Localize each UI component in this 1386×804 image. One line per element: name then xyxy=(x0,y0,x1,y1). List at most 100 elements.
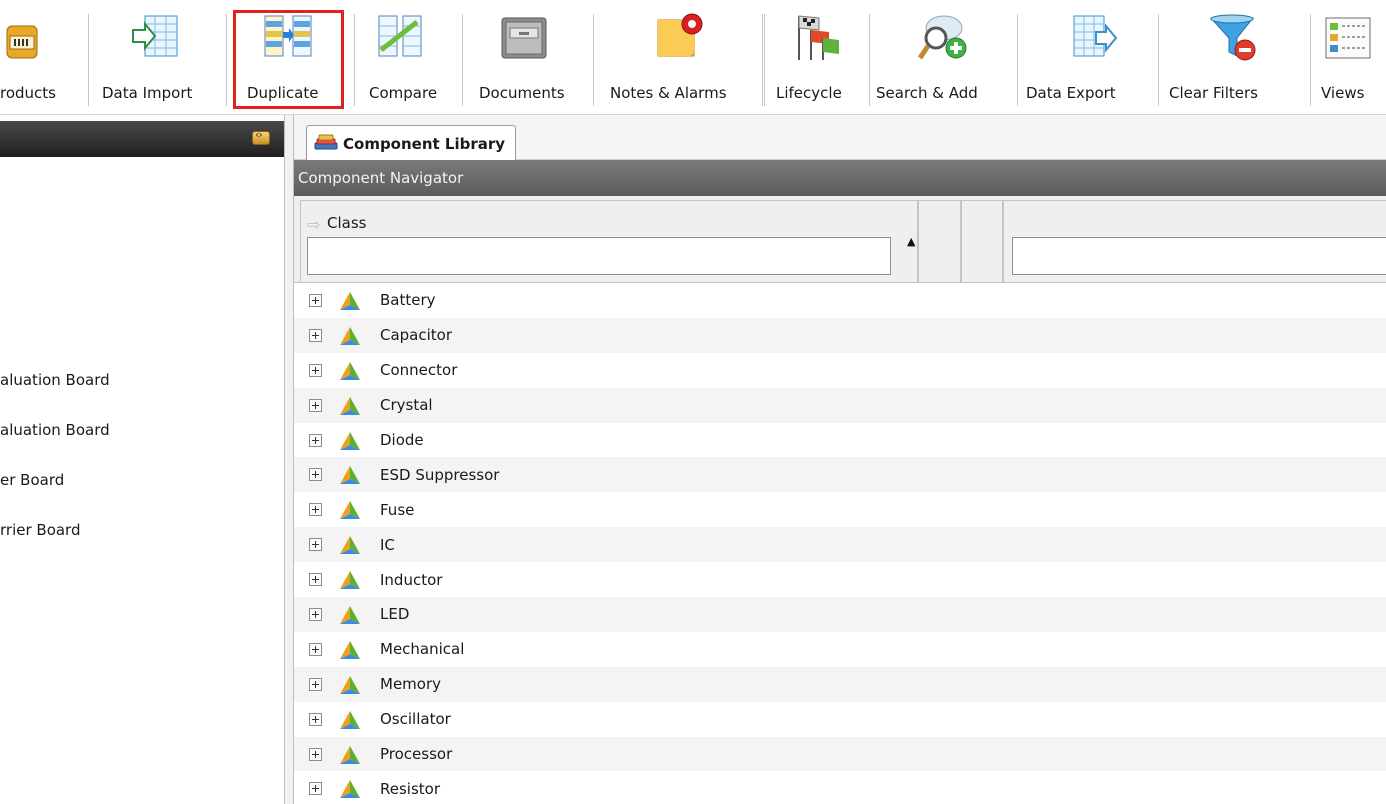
documents-button[interactable]: Documents xyxy=(463,0,587,113)
tab-bar: Component Library xyxy=(294,115,1386,161)
data-import-label: Data Import xyxy=(102,84,193,102)
class-row-label: Fuse xyxy=(380,500,415,519)
sort-ascending-icon[interactable]: ▲ xyxy=(907,235,915,248)
expand-icon[interactable] xyxy=(309,747,322,761)
products-button[interactable]: roducts xyxy=(0,0,88,113)
class-row-label: Resistor xyxy=(380,779,440,798)
left-tree-item[interactable]: rrier Board xyxy=(0,521,81,539)
class-row[interactable]: Connector xyxy=(294,353,1386,388)
class-row[interactable]: Oscillator xyxy=(294,702,1386,737)
class-pyramid-icon xyxy=(340,536,360,555)
lifecycle-button[interactable]: Lifecycle xyxy=(766,0,870,113)
notes-alarms-button[interactable]: Notes & Alarms xyxy=(594,0,758,113)
class-row[interactable]: Crystal xyxy=(294,387,1386,423)
class-row[interactable]: Inductor xyxy=(294,562,1386,597)
clear-filters-icon xyxy=(1209,14,1256,61)
compare-label: Compare xyxy=(369,84,438,102)
views-button[interactable]: Views xyxy=(1311,0,1386,113)
class-row[interactable]: Memory xyxy=(294,666,1386,702)
lifecycle-icon xyxy=(798,15,839,60)
column-header-row: ⇨ Class ▲ xyxy=(294,196,1386,283)
data-export-label: Data Export xyxy=(1026,84,1116,102)
left-panel: aluation Board aluation Board er Board r… xyxy=(0,115,284,804)
class-row-label: Memory xyxy=(380,675,442,694)
search-add-icon xyxy=(918,15,967,60)
expand-icon[interactable] xyxy=(309,398,322,412)
documents-label: Documents xyxy=(479,84,565,102)
expand-icon[interactable] xyxy=(309,538,322,552)
lifecycle-label: Lifecycle xyxy=(776,84,842,102)
class-pyramid-icon xyxy=(340,466,360,485)
class-row-label: Battery xyxy=(380,291,436,310)
expand-icon[interactable] xyxy=(309,503,322,517)
component-library-icon xyxy=(314,134,338,150)
expand-icon[interactable] xyxy=(309,782,322,796)
empty-column-header[interactable] xyxy=(918,200,961,283)
clear-filters-label: Clear Filters xyxy=(1169,84,1258,102)
class-pyramid-icon xyxy=(340,780,360,799)
component-class-list: Battery Capacitor Connector Crystal Diod… xyxy=(294,283,1386,804)
expand-icon[interactable] xyxy=(309,328,322,342)
class-pyramid-icon xyxy=(340,292,360,310)
clear-filters-button[interactable]: Clear Filters xyxy=(1159,0,1299,113)
class-row[interactable]: ESD Suppressor xyxy=(294,457,1386,493)
data-import-button[interactable]: Data Import xyxy=(89,0,219,113)
class-row[interactable]: Fuse xyxy=(294,492,1386,527)
class-row-label: Diode xyxy=(380,431,424,449)
class-row-label: Connector xyxy=(380,361,458,380)
compare-icon xyxy=(378,15,422,57)
expand-icon[interactable] xyxy=(309,677,322,691)
class-row[interactable]: Resistor xyxy=(294,771,1386,804)
expand-icon[interactable] xyxy=(309,573,322,587)
products-label: roducts xyxy=(0,84,56,102)
expand-icon[interactable] xyxy=(309,712,322,726)
notes-alarms-label: Notes & Alarms xyxy=(610,84,727,102)
compare-button[interactable]: Compare xyxy=(355,0,459,113)
left-tree-item[interactable]: aluation Board xyxy=(0,371,110,389)
class-row[interactable]: IC xyxy=(294,527,1386,563)
left-tree-item[interactable]: aluation Board xyxy=(0,421,110,439)
panel-splitter[interactable] xyxy=(284,115,294,804)
class-row[interactable]: Capacitor xyxy=(294,317,1386,353)
left-tree-item[interactable]: er Board xyxy=(0,471,64,489)
class-row[interactable]: Mechanical xyxy=(294,632,1386,667)
data-export-button[interactable]: Data Export xyxy=(1018,0,1158,113)
expand-icon[interactable] xyxy=(309,642,322,656)
class-row[interactable]: Battery xyxy=(294,283,1386,318)
class-pyramid-icon xyxy=(340,326,360,345)
class-pyramid-icon xyxy=(340,431,360,450)
class-row-label: Processor xyxy=(380,745,453,764)
class-row-label: IC xyxy=(380,535,395,554)
class-column-header[interactable]: ⇨ Class ▲ xyxy=(300,200,918,283)
class-filter-input[interactable] xyxy=(307,237,891,275)
class-row-label: Oscillator xyxy=(380,710,451,729)
class-pyramid-icon xyxy=(340,640,360,659)
class-pyramid-icon xyxy=(340,396,360,415)
tab-component-library[interactable]: Component Library xyxy=(306,125,517,161)
expand-icon[interactable] xyxy=(309,293,322,307)
search-add-button[interactable]: Search & Add xyxy=(870,0,1018,113)
class-row[interactable]: Processor xyxy=(294,736,1386,772)
expand-icon[interactable] xyxy=(309,607,322,621)
main-toolbar: roducts Data Import Duplicate Compare Do… xyxy=(0,0,1386,115)
class-row-label: Inductor xyxy=(380,570,443,589)
class-row-label: LED xyxy=(380,605,410,624)
arrow-right-icon: ⇨ xyxy=(307,215,321,234)
class-pyramid-icon xyxy=(340,571,360,590)
expand-icon[interactable] xyxy=(309,468,322,482)
class-row-label: Capacitor xyxy=(380,326,453,345)
class-row[interactable]: LED xyxy=(294,597,1386,632)
second-filter-input[interactable] xyxy=(1012,237,1386,275)
tab-label: Component Library xyxy=(343,134,506,153)
expand-icon[interactable] xyxy=(309,433,322,447)
data-export-icon xyxy=(1073,15,1118,57)
expand-icon[interactable] xyxy=(309,363,322,377)
empty-column-header[interactable] xyxy=(961,200,1003,283)
data-import-icon xyxy=(132,15,178,57)
class-row[interactable]: Diode xyxy=(294,423,1386,458)
second-column-header[interactable] xyxy=(1003,200,1386,283)
collapse-panel-icon[interactable] xyxy=(252,128,270,145)
component-navigator-header: Component Navigator xyxy=(294,160,1386,196)
views-label: Views xyxy=(1321,84,1365,102)
toolbar-separator xyxy=(762,14,763,106)
